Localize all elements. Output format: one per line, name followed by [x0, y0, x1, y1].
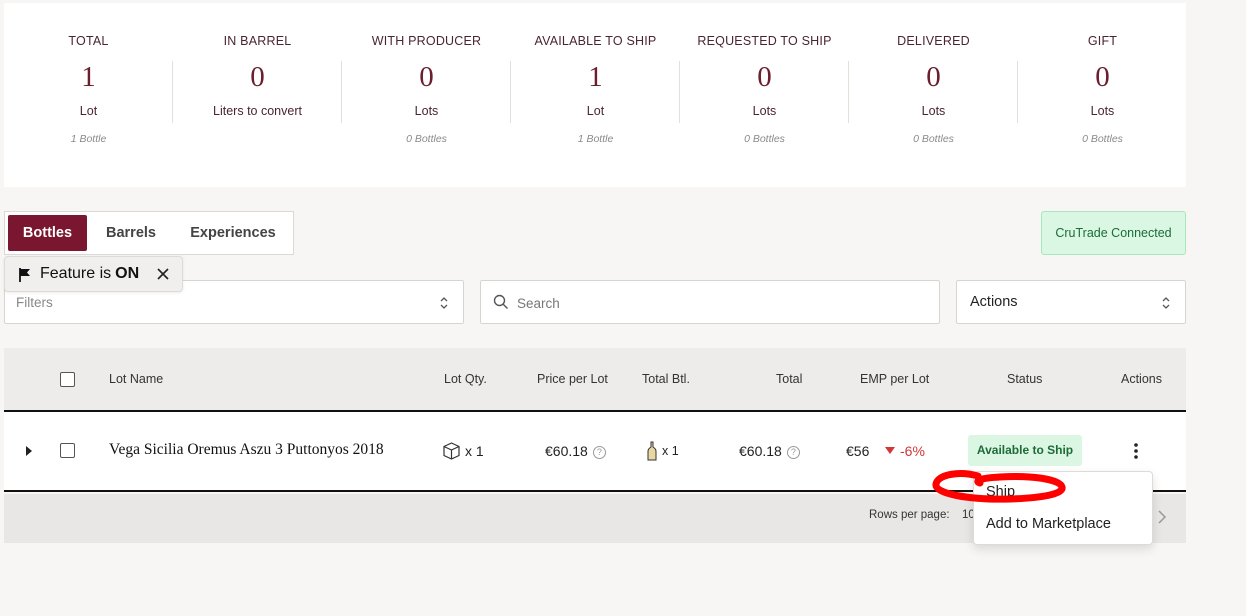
- stat-gift: GIFT 0 Lots 0 Bottles: [1018, 3, 1187, 187]
- row-checkbox[interactable]: [60, 443, 75, 458]
- feature-flag-toast: Feature is ON: [4, 256, 183, 292]
- stat-unit: Lots: [921, 104, 946, 118]
- search-icon: [493, 294, 508, 309]
- tab-bar: Bottles Barrels Experiences: [4, 211, 294, 255]
- stat-sub: 0 Bottles: [744, 133, 785, 145]
- stat-sub: 0 Bottles: [913, 133, 954, 145]
- menu-item-add-to-marketplace[interactable]: Add to Marketplace: [986, 516, 1111, 532]
- emp-change: -6%: [900, 443, 925, 459]
- flag-icon: [19, 268, 30, 282]
- search-input[interactable]: [517, 291, 917, 315]
- tab-experiences[interactable]: Experiences: [175, 215, 291, 251]
- stat-label: REQUESTED TO SHIP: [697, 34, 832, 48]
- rows-per-page-label: Rows per page:: [869, 509, 950, 521]
- feature-flag-state: ON: [115, 265, 140, 282]
- col-actions: Actions: [1121, 372, 1162, 386]
- total-btl: x 1: [662, 444, 679, 458]
- filters-placeholder: Filters: [16, 295, 53, 310]
- stat-requested-to-ship: REQUESTED TO SHIP 0 Lots 0 Bottles: [680, 3, 849, 187]
- status-badge: Available to Ship: [968, 435, 1082, 466]
- search-box: [480, 280, 940, 324]
- bottle-icon: [647, 441, 657, 461]
- lot-qty: x 1: [465, 443, 484, 459]
- stat-unit: Liters to convert: [213, 104, 302, 118]
- select-all-checkbox[interactable]: [60, 372, 75, 387]
- stat-label: AVAILABLE TO SHIP: [534, 34, 657, 48]
- price-per-lot: €60.18?: [545, 443, 606, 459]
- stat-sub: 1 Bottle: [577, 133, 614, 145]
- stat-value: 1: [81, 61, 96, 93]
- stat-unit: Lots: [1090, 104, 1115, 118]
- stat-label: IN BARREL: [223, 34, 292, 48]
- col-total[interactable]: Total: [776, 372, 802, 386]
- help-icon[interactable]: ?: [786, 446, 800, 459]
- stat-sub: 0 Bottles: [1082, 133, 1123, 145]
- crutrade-connected-badge[interactable]: CruTrade Connected: [1041, 211, 1186, 255]
- lot-name[interactable]: Vega Sicilia Oremus Aszu 3 Puttonyos 201…: [109, 441, 384, 459]
- total-price: €60.18?: [739, 443, 800, 459]
- col-status[interactable]: Status: [1007, 372, 1042, 386]
- stat-unit: Lot: [586, 104, 605, 118]
- close-icon[interactable]: [156, 267, 170, 281]
- expand-row-icon[interactable]: [25, 446, 33, 456]
- col-price-per-lot[interactable]: Price per Lot: [537, 372, 608, 386]
- stat-delivered: DELIVERED 0 Lots 0 Bottles: [849, 3, 1018, 187]
- stat-with-producer: WITH PRODUCER 0 Lots 0 Bottles: [342, 3, 511, 187]
- stat-sub: 0 Bottles: [406, 133, 447, 145]
- row-actions-menu: Ship Add to Marketplace: [973, 471, 1153, 545]
- stat-available-to-ship: AVAILABLE TO SHIP 1 Lot 1 Bottle: [511, 3, 680, 187]
- price-per-lot-value: €60.18: [545, 443, 588, 459]
- stat-value: 0: [419, 61, 434, 93]
- chevron-right-icon[interactable]: [1157, 509, 1167, 525]
- emp-per-lot: €56: [846, 443, 870, 459]
- chevron-updown-icon: [440, 297, 448, 309]
- table-header: Lot Name Lot Qty. Price per Lot Total Bt…: [4, 348, 1186, 412]
- total-price-value: €60.18: [739, 443, 782, 459]
- feature-flag-text: Feature is ON: [40, 265, 139, 283]
- stat-sub: 1 Bottle: [70, 133, 107, 145]
- more-vertical-icon[interactable]: [1133, 442, 1139, 460]
- stat-label: TOTAL: [68, 34, 109, 48]
- down-arrow-icon: [885, 447, 895, 454]
- summary-card: TOTAL 1 Lot 1 Bottle IN BARREL 0 Liters …: [4, 3, 1186, 187]
- stat-label: WITH PRODUCER: [371, 34, 482, 48]
- chevron-updown-icon: [1162, 297, 1170, 309]
- col-emp-per-lot[interactable]: EMP per Lot: [860, 372, 929, 386]
- stat-value: 1: [588, 61, 603, 93]
- stat-value: 0: [757, 61, 772, 93]
- actions-select-value: Actions: [970, 294, 1018, 310]
- stat-in-barrel: IN BARREL 0 Liters to convert: [173, 3, 342, 187]
- stat-unit: Lots: [414, 104, 439, 118]
- feature-flag-label: Feature is: [40, 265, 112, 282]
- tab-barrels[interactable]: Barrels: [93, 215, 169, 251]
- stat-value: 0: [1095, 61, 1110, 93]
- stat-unit: Lot: [79, 104, 98, 118]
- stat-label: DELIVERED: [897, 34, 970, 48]
- col-lot-name[interactable]: Lot Name: [109, 372, 163, 386]
- stat-unit: Lots: [752, 104, 777, 118]
- stat-value: 0: [250, 61, 265, 93]
- actions-select[interactable]: Actions: [956, 280, 1186, 324]
- tab-bottles[interactable]: Bottles: [8, 215, 87, 251]
- stat-label: GIFT: [1087, 34, 1118, 48]
- stat-total: TOTAL 1 Lot 1 Bottle: [4, 3, 173, 187]
- menu-item-ship[interactable]: Ship: [986, 484, 1015, 500]
- box-icon: [443, 442, 460, 460]
- col-lot-qty[interactable]: Lot Qty.: [444, 372, 487, 386]
- stat-value: 0: [926, 61, 941, 93]
- help-icon[interactable]: ?: [592, 446, 606, 459]
- col-total-btl[interactable]: Total Btl.: [642, 372, 690, 386]
